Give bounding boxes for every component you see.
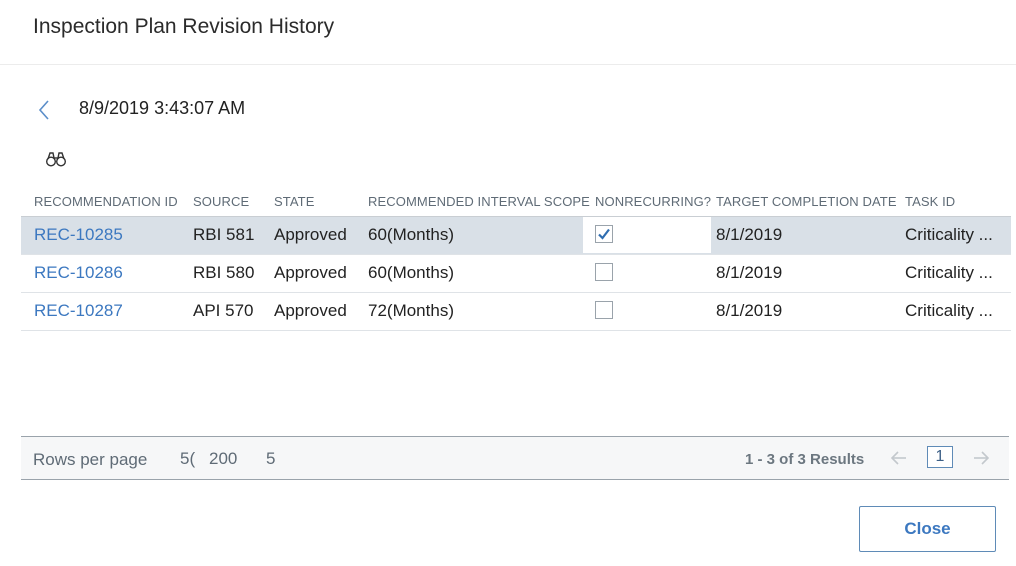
results-count: 1 - 3 of 3 Results	[745, 451, 865, 468]
target-date-cell: 8/1/2019	[716, 263, 783, 282]
rows-per-page-option-200[interactable]: 200	[209, 449, 237, 469]
recommendation-id-link[interactable]: REC-10285	[34, 225, 123, 245]
target-date-cell: 8/1/2019	[716, 301, 783, 320]
nonrecurring-cell	[583, 293, 711, 329]
column-header-state[interactable]: STATE	[274, 194, 314, 209]
nonrecurring-checkbox[interactable]	[595, 263, 613, 281]
table-header: RECOMMENDATION ID SOURCE STATE RECOMMEND…	[21, 188, 1011, 217]
column-header-task-id[interactable]: TASK ID	[905, 194, 955, 209]
dialog-header: Inspection Plan Revision History	[0, 0, 1016, 65]
next-page-button[interactable]	[971, 448, 991, 468]
back-button[interactable]	[33, 98, 55, 122]
recommendation-id-link[interactable]: REC-10286	[34, 263, 123, 283]
recommendation-id-link[interactable]: REC-10287	[34, 301, 123, 321]
rows-per-page-option-5[interactable]: 5	[266, 449, 275, 469]
arrow-right-icon	[974, 451, 990, 465]
current-page-number[interactable]: 1	[927, 446, 953, 468]
column-header-target-completion-date[interactable]: TARGET COMPLETION DATE	[716, 194, 897, 209]
nonrecurring-checkbox[interactable]	[595, 301, 613, 319]
state-cell: Approved	[274, 263, 347, 282]
table-row[interactable]: REC-10286 RBI 580 Approved 60(Months) 8/…	[21, 255, 1011, 293]
previous-page-button[interactable]	[889, 448, 909, 468]
state-cell: Approved	[274, 225, 347, 244]
column-header-nonrecurring[interactable]: NONRECURRING?	[595, 194, 711, 209]
source-cell: API 570	[193, 301, 254, 320]
column-header-source[interactable]: SOURCE	[193, 194, 249, 209]
arrow-left-icon	[890, 451, 906, 465]
rows-per-page-label: Rows per page	[33, 450, 148, 469]
table-row[interactable]: REC-10287 API 570 Approved 72(Months) 8/…	[21, 293, 1011, 331]
close-button[interactable]: Close	[859, 506, 996, 552]
task-id-cell: Criticality ...	[905, 225, 993, 244]
nonrecurring-checkbox[interactable]	[595, 225, 613, 243]
nonrecurring-cell	[583, 217, 711, 253]
binoculars-icon	[45, 152, 67, 167]
nonrecurring-cell	[583, 255, 711, 291]
recommendations-table: RECOMMENDATION ID SOURCE STATE RECOMMEND…	[21, 188, 1011, 331]
interval-cell: 60(Months)	[368, 263, 454, 282]
chevron-left-icon	[38, 100, 49, 120]
search-button[interactable]	[45, 150, 67, 168]
dialog-title: Inspection Plan Revision History	[33, 15, 335, 38]
table-row[interactable]: REC-10285 RBI 581 Approved 60(Months) 8/…	[21, 217, 1011, 255]
column-header-interval-scope[interactable]: RECOMMENDED INTERVAL SCOPE	[368, 194, 590, 209]
source-cell: RBI 580	[193, 263, 255, 282]
task-id-cell: Criticality ...	[905, 301, 993, 320]
interval-cell: 72(Months)	[368, 301, 454, 320]
task-id-cell: Criticality ...	[905, 263, 993, 282]
rows-per-page-option-50[interactable]: 5(	[180, 449, 195, 469]
revision-date: 8/9/2019 3:43:07 AM	[79, 98, 246, 118]
interval-cell: 60(Months)	[368, 225, 454, 244]
target-date-cell: 8/1/2019	[716, 225, 783, 244]
column-header-recommendation-id[interactable]: RECOMMENDATION ID	[34, 194, 178, 209]
state-cell: Approved	[274, 301, 347, 320]
pagination-bar: Rows per page 5( 200 5 1 - 3 of 3 Result…	[21, 436, 1009, 480]
source-cell: RBI 581	[193, 225, 255, 244]
checkmark-icon	[598, 228, 610, 240]
